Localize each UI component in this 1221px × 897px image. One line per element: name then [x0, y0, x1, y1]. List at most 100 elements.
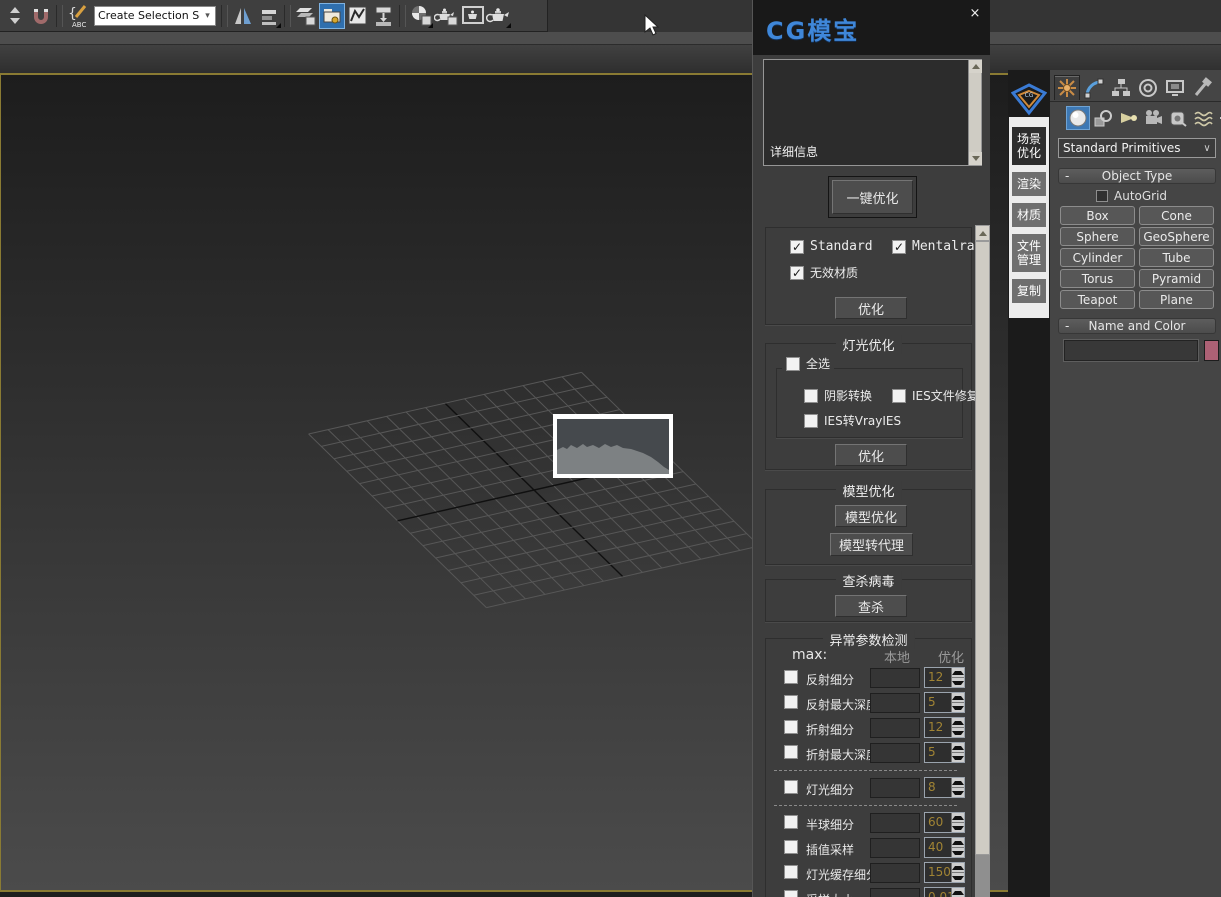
primitive-button[interactable]: Teapot [1060, 290, 1135, 309]
render-setup-icon[interactable] [434, 3, 460, 29]
spinner-down-icon[interactable] [952, 823, 964, 832]
tab-create[interactable] [1054, 75, 1080, 100]
spinner-up-icon[interactable] [952, 813, 964, 823]
param-checkbox[interactable] [784, 720, 798, 734]
model-to-proxy-button[interactable]: 模型转代理 [830, 533, 913, 556]
tab-hierarchy[interactable] [1108, 75, 1134, 100]
param-checkbox[interactable] [784, 780, 798, 794]
snap-magnet-icon[interactable] [28, 3, 54, 29]
primitive-button[interactable]: Cone [1139, 206, 1214, 225]
sidebar-tab[interactable]: 场景优化 [1012, 127, 1046, 165]
scroll-up-icon[interactable] [975, 225, 990, 241]
primitive-button[interactable]: GeoSphere [1139, 227, 1214, 246]
primitive-button[interactable]: Sphere [1060, 227, 1135, 246]
collapse-icon[interactable]: - [1065, 169, 1069, 183]
schematic-view-icon[interactable] [371, 3, 397, 29]
name-color-rollout-header[interactable]: - Name and Color [1058, 318, 1216, 334]
param-spinner[interactable]: 60 [924, 812, 965, 833]
spinner-up-icon[interactable] [952, 863, 964, 873]
chevron-down-icon[interactable]: ∨ [1199, 143, 1215, 154]
param-checkbox[interactable] [784, 865, 798, 879]
spinner-down-icon[interactable] [952, 728, 964, 737]
param-local-field[interactable] [870, 693, 920, 713]
checkbox[interactable] [804, 389, 818, 403]
spinner-down-icon[interactable] [952, 678, 964, 687]
primitive-button[interactable]: Tube [1139, 248, 1214, 267]
spinner-arrows-icon[interactable] [2, 3, 28, 29]
curve-editor-icon[interactable] [345, 3, 371, 29]
param-checkbox[interactable] [784, 815, 798, 829]
autogrid-row[interactable]: AutoGrid [1096, 189, 1167, 203]
object-type-rollout-header[interactable]: - Object Type [1058, 168, 1216, 184]
material-optimize-button[interactable]: 优化 [835, 297, 907, 319]
spinner-buttons[interactable] [951, 718, 964, 737]
spinner-up-icon[interactable] [952, 668, 964, 678]
primitives-dropdown[interactable]: Standard Primitives ∨ [1058, 138, 1216, 158]
param-spinner[interactable]: 1500 [924, 862, 965, 883]
info-scrollbar[interactable] [968, 60, 981, 165]
primitive-button[interactable]: Plane [1139, 290, 1214, 309]
tab-utilities[interactable] [1189, 75, 1215, 100]
param-spinner[interactable]: 5 [924, 742, 965, 763]
spinner-down-icon[interactable] [952, 873, 964, 882]
param-spinner[interactable]: 12 [924, 717, 965, 738]
param-checkbox[interactable] [784, 890, 798, 897]
rendered-frame-window-icon[interactable] [460, 3, 486, 29]
category-space-warps-icon[interactable] [1191, 106, 1215, 130]
spinner-down-icon[interactable] [952, 788, 964, 797]
checkbox[interactable] [804, 414, 818, 428]
param-checkbox[interactable] [784, 745, 798, 759]
spinner-up-icon[interactable] [952, 693, 964, 703]
checkbox[interactable] [790, 240, 804, 254]
spinner-buttons[interactable] [951, 838, 964, 857]
param-local-field[interactable] [870, 778, 920, 798]
spinner-down-icon[interactable] [952, 753, 964, 762]
material-checkbox-row[interactable]: Mentalray [892, 239, 982, 254]
select-all-row[interactable]: 全选 [782, 355, 834, 372]
spinner-buttons[interactable] [951, 778, 964, 797]
material-editor-icon[interactable] [408, 3, 434, 29]
scroll-up-icon[interactable] [969, 60, 982, 73]
spinner-buttons[interactable] [951, 668, 964, 687]
param-spinner[interactable]: 40 [924, 837, 965, 858]
param-checkbox[interactable] [784, 670, 798, 684]
layer-manager-icon[interactable] [293, 3, 319, 29]
primitive-button[interactable]: Pyramid [1139, 269, 1214, 288]
spinner-up-icon[interactable] [952, 778, 964, 788]
virus-scan-button[interactable]: 查杀 [835, 595, 907, 617]
spinner-buttons[interactable] [951, 693, 964, 712]
checkbox[interactable] [892, 389, 906, 403]
spinner-buttons[interactable] [951, 743, 964, 762]
material-checkbox-row[interactable]: 无效材质 [790, 264, 858, 281]
param-checkbox[interactable] [784, 695, 798, 709]
named-selection-sets-icon[interactable]: {ABC [65, 3, 91, 29]
light-checkbox-row[interactable]: IES转VrayIES [804, 412, 901, 429]
primitive-button[interactable]: Torus [1060, 269, 1135, 288]
scroll-down-icon[interactable] [969, 152, 982, 165]
spinner-up-icon[interactable] [952, 718, 964, 728]
material-checkbox-row[interactable]: Standard [790, 239, 873, 254]
spinner-buttons[interactable] [951, 888, 964, 897]
category-helpers-icon[interactable] [1166, 106, 1190, 130]
select-all-checkbox[interactable] [786, 357, 800, 371]
tab-display[interactable] [1162, 75, 1188, 100]
spinner-buttons[interactable] [951, 813, 964, 832]
close-icon[interactable]: × [967, 6, 983, 22]
plugin-titlebar[interactable]: CG模宝 × [753, 0, 990, 55]
param-local-field[interactable] [870, 668, 920, 688]
object-color-swatch[interactable] [1204, 340, 1219, 361]
render-production-icon[interactable] [486, 3, 512, 29]
param-local-field[interactable] [870, 838, 920, 858]
object-name-field[interactable] [1064, 340, 1198, 361]
spinner-down-icon[interactable] [952, 848, 964, 857]
tab-modify[interactable] [1081, 75, 1107, 100]
primitive-button[interactable]: Cylinder [1060, 248, 1135, 267]
spinner-up-icon[interactable] [952, 888, 964, 897]
sidebar-tab[interactable]: 复制 [1012, 279, 1046, 303]
param-local-field[interactable] [870, 813, 920, 833]
checkbox[interactable] [892, 240, 906, 254]
sidebar-tab[interactable]: 渲染 [1012, 172, 1046, 196]
light-checkbox-row[interactable]: 阴影转换 [804, 387, 872, 404]
spinner-buttons[interactable] [951, 863, 964, 882]
param-local-field[interactable] [870, 718, 920, 738]
